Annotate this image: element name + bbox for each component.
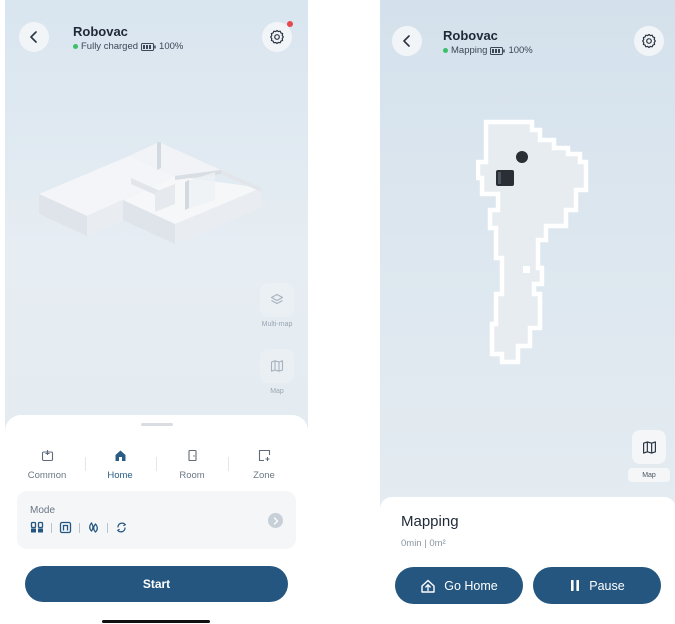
mop-icon [89, 521, 98, 533]
map-label: Map [628, 468, 670, 482]
mode-divider [79, 522, 80, 533]
pause-label: Pause [589, 578, 625, 593]
home-indicator [102, 620, 210, 623]
chevron-right-icon [273, 516, 278, 525]
status-dot [443, 48, 448, 53]
map-icon [270, 360, 284, 372]
go-home-icon [421, 579, 435, 593]
device-name: Robovac [443, 28, 498, 43]
tab-divider [85, 457, 86, 471]
vacuum-mop-icon [30, 521, 44, 533]
robot-home-screen: Robovac Fully charged 100% Multi-map Map… [5, 0, 308, 624]
map-label: Map [270, 388, 284, 395]
gear-icon [270, 29, 284, 45]
tab-common-label: Common [27, 470, 67, 481]
pause-icon [571, 580, 580, 591]
pause-button[interactable]: Pause [533, 567, 661, 604]
vacuum-then-mop-icon [116, 522, 127, 533]
tab-divider [228, 457, 229, 471]
house-3d-model[interactable] [35, 132, 275, 272]
sheet-handle[interactable] [141, 423, 173, 426]
chevron-left-icon [30, 31, 37, 43]
chevron-left-icon [403, 35, 410, 47]
start-button[interactable]: Start [25, 566, 288, 602]
map-button[interactable] [632, 430, 666, 464]
tab-home-label: Home [107, 470, 133, 481]
mode-divider [51, 522, 52, 533]
robot-marker [516, 151, 528, 163]
go-home-button[interactable]: Go Home [395, 567, 523, 604]
go-home-label: Go Home [444, 578, 498, 593]
floor-map[interactable] [476, 118, 592, 370]
back-button[interactable] [392, 26, 422, 56]
map-button[interactable] [260, 349, 294, 383]
tab-divider [156, 457, 157, 471]
mode-selector[interactable]: Mode [17, 491, 296, 549]
mapping-title: Mapping [401, 513, 459, 530]
layers-icon [270, 293, 284, 305]
home-icon [115, 450, 125, 461]
common-icon [41, 450, 53, 462]
gear-icon [642, 33, 656, 49]
battery-icon [141, 42, 156, 51]
mapping-stats: 0min | 0m² [401, 538, 446, 549]
status-text: Mapping [451, 45, 488, 56]
back-button[interactable] [19, 22, 49, 52]
battery-level: 100% [159, 41, 184, 52]
status-dot [73, 44, 78, 49]
vacuum-icon [59, 521, 72, 534]
mode-icon-row [30, 521, 128, 534]
tab-zone-label: Zone [253, 470, 275, 481]
notification-dot [287, 21, 293, 27]
tab-common[interactable]: Common [17, 449, 77, 481]
robot-mapping-screen: Robovac Mapping 100% Map Mapping 0min | … [380, 0, 675, 624]
device-status: Mapping 100% [443, 45, 533, 56]
door-icon [187, 449, 197, 462]
mode-expand-button[interactable] [268, 513, 283, 528]
multi-map-button[interactable] [260, 283, 294, 317]
tab-room[interactable]: Room [162, 449, 222, 481]
map-icon [642, 440, 656, 454]
zone-icon [258, 449, 270, 462]
tab-home[interactable]: Home [90, 449, 150, 481]
battery-level: 100% [508, 45, 533, 56]
status-text: Fully charged [81, 41, 139, 52]
multi-map-label: Multi-map [261, 321, 293, 328]
battery-icon [490, 46, 506, 55]
mapping-sheet: Mapping 0min | 0m² Go Home Pause [380, 497, 675, 624]
tab-room-label: Room [179, 470, 205, 481]
mode-divider [107, 522, 108, 533]
settings-button[interactable] [634, 26, 664, 56]
tab-zone[interactable]: Zone [234, 449, 294, 481]
control-sheet: Common Home Room Zone Mode Start [5, 415, 308, 624]
device-status: Fully charged 100% [73, 41, 183, 52]
device-name: Robovac [73, 24, 128, 39]
mode-label: Mode [30, 505, 56, 516]
